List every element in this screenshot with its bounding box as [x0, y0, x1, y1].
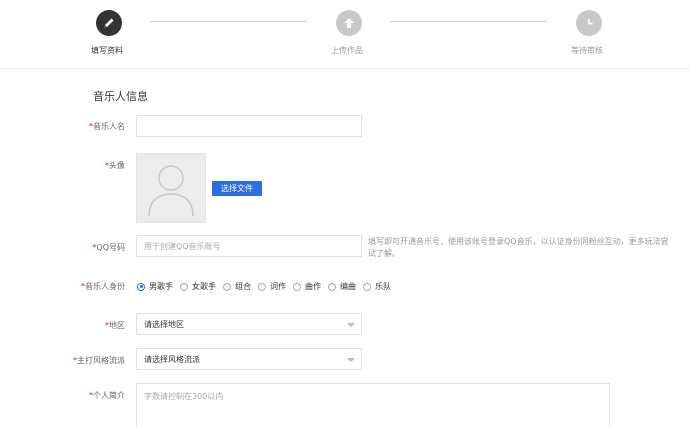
qq-number-input[interactable]: 用于创建QQ音乐账号	[136, 235, 362, 257]
qq-label: *QQ号码	[7, 242, 125, 253]
radio-label: 男歌手	[149, 282, 173, 291]
genre-label-text: 主打风格流派	[77, 356, 125, 365]
radio-female-singer[interactable]: 女歌手	[180, 281, 216, 292]
radio-label: 组合	[235, 282, 251, 291]
region-select[interactable]: 请选择地区	[136, 313, 362, 335]
step-2-circle	[336, 10, 362, 36]
radio-composer[interactable]: 曲作	[293, 281, 321, 292]
musician-name-input[interactable]	[136, 115, 362, 137]
radio-label: 词作	[270, 282, 286, 291]
radio-button[interactable]	[293, 282, 301, 291]
step-3-circle	[576, 10, 602, 36]
header-divider	[0, 68, 690, 69]
person-silhouette-icon	[148, 165, 194, 217]
chevron-down-icon	[347, 358, 355, 362]
radio-lyricist[interactable]: 词作	[258, 281, 286, 292]
avatar-label-text: 头像	[109, 161, 125, 170]
step-1-circle	[96, 10, 122, 36]
radio-label: 乐队	[375, 282, 391, 291]
radio-button[interactable]	[137, 282, 145, 291]
step-1-label: 填写资料	[91, 46, 123, 55]
genre-select-value: 请选择风格流派	[144, 354, 200, 364]
region-select-value: 请选择地区	[144, 319, 184, 329]
choose-file-button[interactable]: 选择文件	[212, 181, 262, 196]
identity-label: *音乐人身份	[7, 281, 125, 292]
identity-label-text: 音乐人身份	[85, 282, 125, 291]
name-label-text: 音乐人名	[93, 122, 125, 131]
radio-button[interactable]	[258, 282, 266, 291]
radio-label: 女歌手	[192, 282, 216, 291]
qq-hint-text: 填写即可开通音乐号，使用该账号登录QQ音乐，以认证身份同粉丝互动，更多玩法尝试了…	[368, 237, 669, 258]
avatar-placeholder	[136, 153, 206, 223]
radio-button[interactable]	[363, 282, 371, 291]
avatar-label: *头像	[7, 160, 125, 171]
bio-label-text: 个人简介	[93, 391, 125, 400]
identity-radio-group: 男歌手 女歌手 组合 词作 曲作 编曲 乐队	[137, 281, 398, 292]
genre-select[interactable]: 请选择风格流派	[136, 348, 362, 370]
qq-input-placeholder: 用于创建QQ音乐账号	[144, 241, 221, 251]
section-title: 音乐人信息	[93, 90, 148, 103]
genre-label: *主打风格流派	[7, 355, 125, 366]
bio-textarea[interactable]: 字数请控制在300以内	[136, 383, 610, 427]
radio-button[interactable]	[180, 282, 188, 291]
radio-label: 编曲	[340, 282, 356, 291]
region-label-text: 地区	[109, 321, 125, 330]
step-connector-2	[390, 21, 547, 22]
chevron-down-icon	[347, 323, 355, 327]
step-3-label: 等待审核	[571, 46, 603, 55]
pencil-icon	[104, 18, 114, 28]
radio-group-band[interactable]: 组合	[223, 281, 251, 292]
bio-placeholder: 字数请控制在300以内	[144, 392, 224, 401]
radio-button[interactable]	[328, 282, 336, 291]
radio-label: 曲作	[305, 282, 321, 291]
region-label: *地区	[7, 320, 125, 331]
clock-icon	[588, 19, 593, 25]
name-label: *音乐人名	[7, 121, 125, 132]
radio-male-singer[interactable]: 男歌手	[137, 281, 173, 292]
qq-label-text: QQ号码	[96, 243, 125, 252]
radio-button[interactable]	[223, 282, 231, 291]
step-2-label: 上传作品	[331, 46, 363, 55]
radio-arranger[interactable]: 编曲	[328, 281, 356, 292]
bio-label: *个人简介	[7, 390, 125, 401]
upload-arrow-icon	[344, 18, 354, 28]
step-connector-1	[150, 21, 307, 22]
radio-band[interactable]: 乐队	[363, 281, 391, 292]
